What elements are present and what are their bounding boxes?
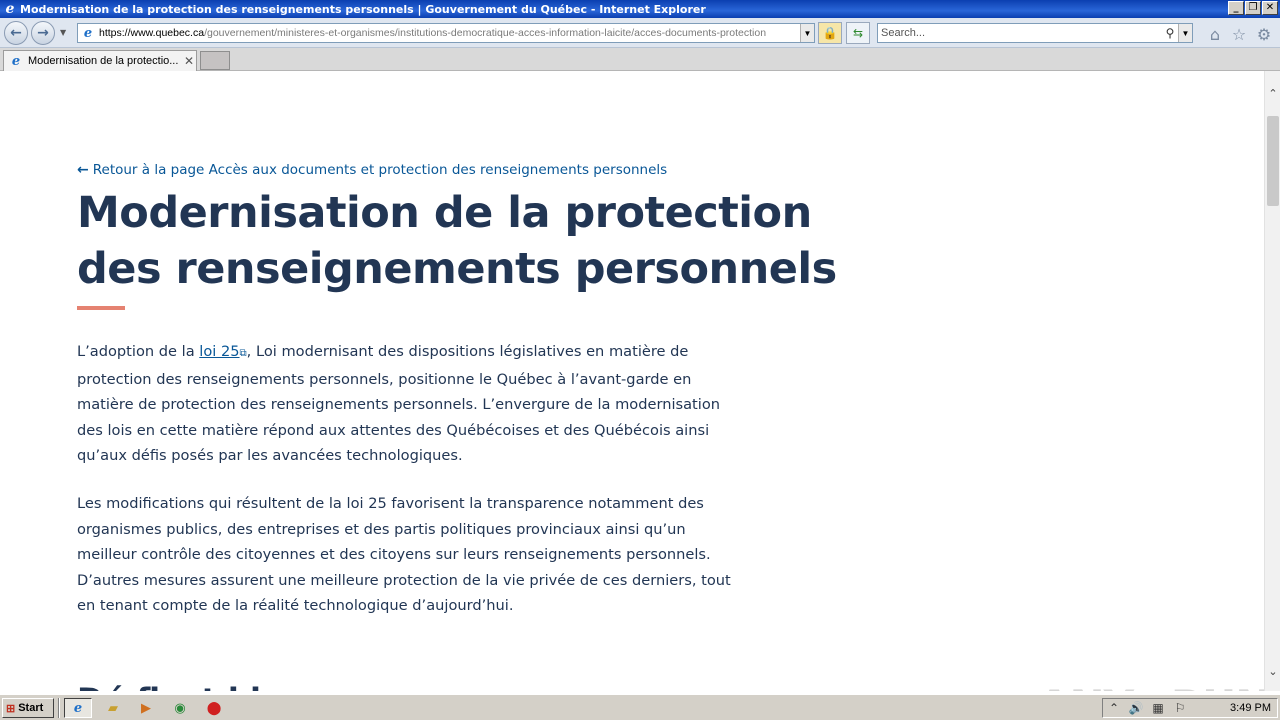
close-window-button[interactable]: ✕ <box>1262 1 1278 15</box>
scroll-down-icon[interactable]: ⌄ <box>1265 663 1280 679</box>
arrow-left-icon: ← <box>77 162 89 178</box>
window-controls: _ ❐ ✕ <box>1228 1 1278 15</box>
restore-button[interactable]: ❐ <box>1245 1 1261 15</box>
refresh-button[interactable]: ⇆ <box>846 22 870 44</box>
new-tab-button[interactable] <box>200 51 230 70</box>
intro-paragraph: L’adoption de la loi 25⧉, Loi modernisan… <box>77 343 721 464</box>
taskbar-folder-icon[interactable]: ▰ <box>99 698 127 718</box>
tray-expand-icon[interactable]: ⌃ <box>1103 701 1125 715</box>
internet-explorer-icon: e <box>5 1 15 17</box>
forward-button[interactable]: → <box>31 21 55 45</box>
volume-icon[interactable]: 🔊 <box>1125 701 1147 715</box>
tab-label: Modernisation de la protectio... <box>28 55 179 67</box>
title-accent-bar <box>77 306 125 310</box>
search-input[interactable] <box>878 24 1162 42</box>
anyrun-watermark: ANY ▷ RUN <box>1038 681 1264 691</box>
taskbar-opera-icon[interactable]: ⬤ <box>200 698 228 718</box>
arrow-left-icon: ← <box>10 25 22 41</box>
minimize-button[interactable]: _ <box>1228 1 1244 15</box>
clock[interactable]: 3:49 PM <box>1191 702 1277 714</box>
taskbar-separator <box>58 698 60 718</box>
address-dropdown[interactable]: ▼ <box>800 24 814 42</box>
network-icon[interactable]: ▦ <box>1147 701 1169 715</box>
home-icon[interactable]: ⌂ <box>1206 25 1224 44</box>
back-link-label: Retour à la page Accès aux documents et … <box>92 162 668 178</box>
windows-logo-icon: ⊞ <box>6 702 16 715</box>
address-bar[interactable]: e https://www.quebec.ca/gouvernement/min… <box>77 23 815 43</box>
address-url[interactable]: https://www.quebec.ca/gouvernement/minis… <box>99 27 800 39</box>
search-dropdown[interactable]: ▼ <box>1178 24 1192 42</box>
tab-modernisation[interactable]: e Modernisation de la protectio... ✕ <box>3 50 197 71</box>
scroll-up-icon[interactable]: ⌃ <box>1265 85 1280 101</box>
taskbar-internet-explorer-icon[interactable]: e <box>64 698 92 718</box>
navigation-bar: ← → ▼ e https://www.quebec.ca/gouverneme… <box>0 18 1280 48</box>
gear-icon[interactable]: ⚙ <box>1255 25 1273 44</box>
page-content: ← Retour à la page Accès aux documents e… <box>0 71 1264 691</box>
recent-pages-dropdown[interactable]: ▼ <box>60 28 66 37</box>
page-icon: e <box>11 53 21 69</box>
external-link-icon: ⧉ <box>239 348 247 359</box>
back-link[interactable]: ← Retour à la page Accès aux documents e… <box>77 162 667 178</box>
next-section-heading: Dé fi s t l i <box>77 681 261 691</box>
window-titlebar: e Modernisation de la protection des ren… <box>0 0 1280 18</box>
tab-strip: e Modernisation de la protectio... ✕ <box>0 48 1280 71</box>
loi-25-link[interactable]: loi 25 <box>199 343 239 360</box>
play-icon: ▷ <box>1137 683 1168 692</box>
taskbar-media-player-icon[interactable]: ▶ <box>132 698 160 718</box>
search-icon[interactable]: ⚲ <box>1162 26 1178 40</box>
start-button[interactable]: ⊞ Start <box>2 698 54 718</box>
flag-icon[interactable]: ⚐ <box>1169 701 1191 715</box>
star-icon[interactable]: ☆ <box>1230 25 1248 44</box>
vertical-scrollbar[interactable]: ⌃ ⌄ <box>1264 71 1280 691</box>
second-paragraph: Les modifications qui résultent de la lo… <box>77 495 731 614</box>
taskbar: ⊞ Start e ▰ ▶ ◉ ⬤ ⌃ 🔊 ▦ ⚐ 3:49 PM <box>0 694 1280 720</box>
back-button[interactable]: ← <box>4 21 28 45</box>
system-tray: ⌃ 🔊 ▦ ⚐ 3:49 PM <box>1102 698 1278 718</box>
page-title: Modernisation de la protection des rense… <box>77 188 837 294</box>
arrow-right-icon: → <box>37 25 49 41</box>
close-tab-icon[interactable]: ✕ <box>182 54 196 68</box>
lock-icon[interactable]: 🔒 <box>818 22 842 44</box>
taskbar-chrome-icon[interactable]: ◉ <box>166 698 194 718</box>
search-box[interactable]: ⚲ ▼ <box>877 23 1193 43</box>
refresh-icon: ⇆ <box>852 26 864 40</box>
scrollbar-thumb[interactable] <box>1267 116 1279 206</box>
window-title: Modernisation de la protection des rense… <box>20 2 706 16</box>
page-icon: e <box>83 25 93 41</box>
